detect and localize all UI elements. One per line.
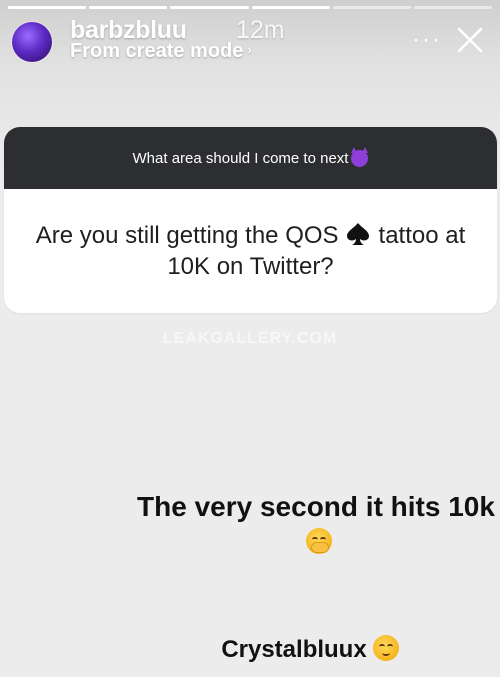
question-prompt: What area should I come to next — [132, 149, 349, 167]
answer-line: The very second it hits 10k — [137, 491, 495, 522]
watermark: LEAKGALLERY.COM — [162, 330, 338, 347]
question-text-start: Are you still getting the QOS — [35, 222, 339, 249]
progress-segment — [332, 6, 411, 9]
answer-text: Crystalbluux — [180, 633, 440, 667]
question-text: Are you still getting the QOS tattoo at … — [4, 189, 497, 313]
story-header: barbzbluu 12m From create mode › ··· — [10, 16, 490, 66]
progress-segment — [8, 6, 87, 9]
purple-devil-emoji-icon — [351, 146, 369, 167]
answer-text: The very second it hits 10k — [136, 490, 496, 558]
more-options-icon[interactable]: ··· — [412, 28, 442, 52]
close-icon[interactable] — [454, 24, 486, 56]
story-progress-bar — [8, 6, 493, 9]
progress-segment — [413, 6, 493, 9]
progress-segment — [89, 6, 168, 9]
question-sticker: What area should I come to next Are you … — [4, 127, 497, 313]
hand-over-mouth-emoji-icon — [306, 528, 332, 554]
question-prompt-bar: What area should I come to next — [4, 127, 497, 189]
relieved-face-emoji-icon — [372, 635, 399, 661]
progress-segment — [251, 6, 330, 9]
subtitle-label: From create mode — [70, 40, 244, 62]
chevron-right-icon: › — [247, 42, 252, 57]
avatar[interactable] — [12, 22, 52, 62]
answer-line: Crystalbluux — [221, 636, 367, 663]
story-subtitle-link[interactable]: From create mode › — [70, 40, 252, 63]
progress-segment — [170, 6, 249, 9]
spade-icon — [346, 223, 369, 245]
